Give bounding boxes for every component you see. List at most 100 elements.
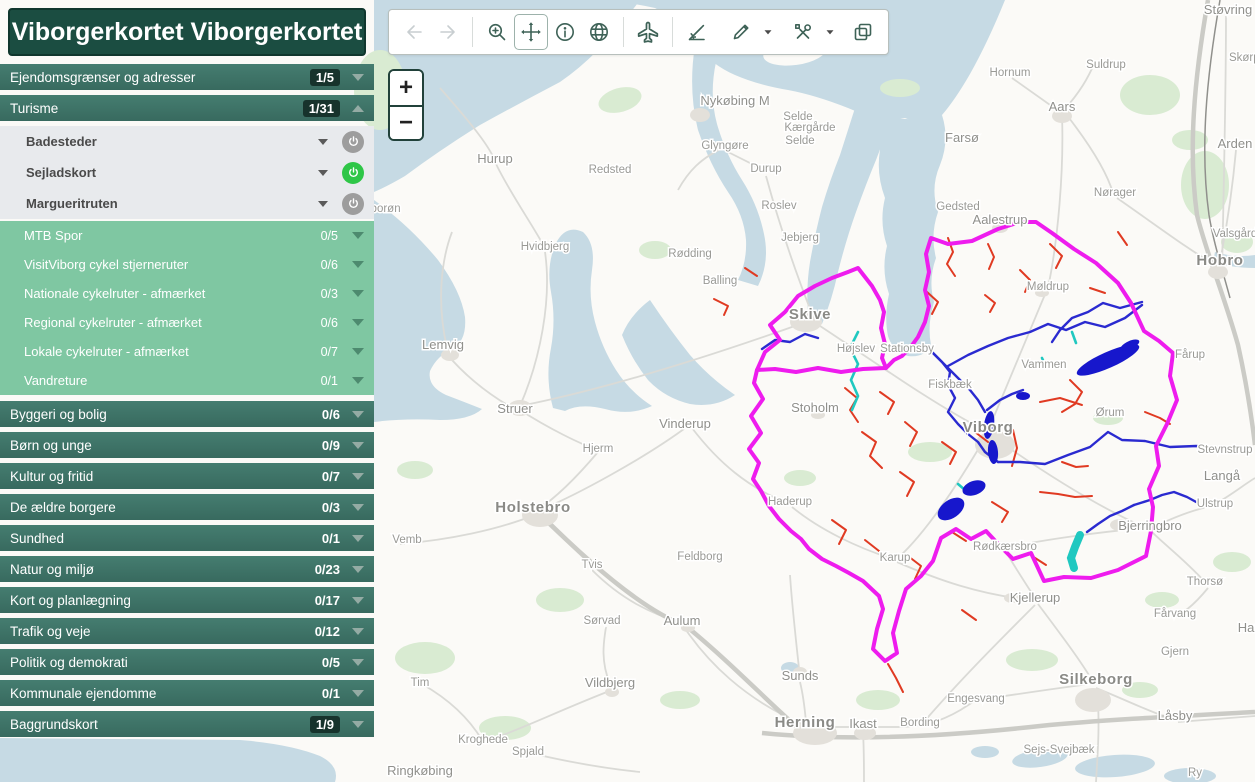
map-town-label: Haderup — [768, 496, 812, 508]
map-town-label: Hjerm — [583, 443, 614, 455]
map-town-label: Silkeborg — [1059, 671, 1133, 688]
sidebar-category-ejendomsgr-nser-og-adresser[interactable]: Ejendomsgrænser og adresser1/5 — [0, 64, 374, 90]
sidebar-group-lokale-cykelruter-afm-rket[interactable]: Lokale cykelruter - afmærket0/7 — [0, 337, 374, 366]
chevron-down-icon — [352, 597, 364, 604]
sidebar-group-visitviborg-cykel-stjerneruter[interactable]: VisitViborg cykel stjerneruter0/6 — [0, 250, 374, 279]
chevron-down-icon — [352, 566, 364, 573]
map-town-label: Tim — [411, 677, 430, 689]
sidebar-rows: Ejendomsgrænser og adresser1/5 Turisme1/3… — [0, 64, 374, 737]
map-town-label: Hornum — [990, 67, 1031, 79]
chevron-down-icon — [352, 504, 364, 511]
category-label: Kommunale ejendomme — [10, 686, 322, 701]
category-label: Sundhed — [10, 531, 322, 546]
airplane-icon[interactable] — [631, 14, 665, 50]
map-town-label: Vammen — [1021, 359, 1066, 371]
zoom-in-button[interactable]: + — [390, 71, 422, 105]
group-count: 0/6 — [321, 316, 338, 330]
map-town-label: Låsby — [1158, 708, 1193, 723]
category-label: Turisme — [10, 101, 303, 116]
map-toolbar — [388, 9, 889, 55]
map-town-label: Vemb — [392, 534, 421, 546]
map-town-label: Rødkærsbro — [973, 541, 1037, 553]
layer-power-toggle[interactable] — [342, 131, 364, 153]
sidebar-category-b-rn-og-unge[interactable]: Børn og unge0/9 — [0, 432, 374, 458]
map-town-label: Sunds — [782, 668, 819, 683]
map-town-label: Nykøbing M — [700, 93, 769, 108]
group-label: Lokale cykelruter - afmærket — [10, 344, 321, 359]
sidebar-category-turisme[interactable]: Turisme1/31 — [0, 95, 374, 121]
chevron-down-icon — [352, 442, 364, 449]
info-icon[interactable] — [548, 14, 582, 50]
sidebar-category-byggeri-og-bolig[interactable]: Byggeri og bolig0/6 — [0, 401, 374, 427]
map-town-label: Aulum — [664, 613, 701, 628]
map-town-label: Langå — [1204, 468, 1241, 483]
sidebar-layer-margueritruten[interactable]: Margueritruten — [0, 188, 374, 219]
pan-icon[interactable] — [514, 14, 548, 50]
chevron-down-icon — [352, 290, 364, 297]
layer-count-badge: 0/6 — [322, 407, 340, 422]
sidebar-group-mtb-spor[interactable]: MTB Spor0/5 — [0, 221, 374, 250]
back-arrow-icon[interactable] — [397, 14, 431, 50]
draw-line-icon[interactable] — [724, 14, 758, 50]
sidebar-category-kort-og-planl-gning[interactable]: Kort og planlægning0/17 — [0, 587, 374, 613]
group-count: 0/1 — [321, 374, 338, 388]
map-town-label: Redsted — [589, 164, 632, 176]
print-icon[interactable] — [846, 14, 880, 50]
group-count: 0/5 — [321, 229, 338, 243]
sidebar-category-natur-og-milj[interactable]: Natur og miljø0/23 — [0, 556, 374, 582]
tools-icon[interactable] — [786, 14, 820, 50]
map-town-label: Vinderup — [659, 416, 711, 431]
chevron-down-icon — [352, 232, 364, 239]
sidebar-layer-badesteder[interactable]: Badesteder — [0, 126, 374, 157]
map-town-label: Ikast — [849, 716, 877, 731]
sidebar-category-kommunale-ejendomme[interactable]: Kommunale ejendomme0/1 — [0, 680, 374, 706]
map-town-label: Højslev — [837, 343, 876, 355]
layer-power-toggle[interactable] — [342, 162, 364, 184]
layer-power-toggle[interactable] — [342, 193, 364, 215]
globe-icon[interactable] — [582, 14, 616, 50]
map-town-label: Valsgård — [1213, 228, 1255, 240]
sidebar-group-vandreture[interactable]: Vandreture0/1 — [0, 366, 374, 395]
layer-count-badge: 1/5 — [310, 69, 340, 86]
chevron-up-icon — [352, 105, 364, 112]
sidebar-category-sundhed[interactable]: Sundhed0/1 — [0, 525, 374, 551]
map-town-label: Ulstrup — [1197, 498, 1233, 510]
map-town-label: Nørager — [1094, 187, 1136, 199]
map-town-label: Balling — [703, 275, 738, 287]
map-town-label: Aars — [1049, 99, 1076, 114]
sidebar-layer-sejladskort[interactable]: Sejladskort — [0, 157, 374, 188]
app-window: Nykøbing MSeldeKærgårdeSeldeGlyngøreHuru… — [0, 0, 1255, 782]
map-town-label: Fiskbæk — [928, 379, 972, 391]
map-town-label: Hammel — [1238, 620, 1255, 635]
chevron-down-icon[interactable] — [820, 14, 840, 50]
sidebar-group-regional-cykelruter-afm-rket[interactable]: Regional cykelruter - afmærket0/6 — [0, 308, 374, 337]
zoom-in-icon[interactable] — [480, 14, 514, 50]
sidebar-section-green: MTB Spor0/5VisitViborg cykel stjernerute… — [0, 221, 374, 395]
group-count: 0/3 — [321, 287, 338, 301]
map-town-label: Skive — [789, 306, 831, 323]
layer-count-badge: 1/31 — [303, 100, 340, 117]
sidebar-category-trafik-og-veje[interactable]: Trafik og veje0/12 — [0, 618, 374, 644]
category-label: Byggeri og bolig — [10, 407, 322, 422]
sidebar-category-kultur-og-fritid[interactable]: Kultur og fritid0/7 — [0, 463, 374, 489]
map-town-label: Hobro — [1196, 252, 1243, 269]
map-town-label: Hurup — [477, 151, 512, 166]
sidebar-category-baggrundskort[interactable]: Baggrundskort1/9 — [0, 711, 374, 737]
category-label: Kultur og fritid — [10, 469, 322, 484]
zoom-out-button[interactable]: − — [390, 105, 422, 139]
zoom-controls: + − — [388, 69, 424, 141]
layer-count-badge: 0/23 — [315, 562, 340, 577]
sidebar-category-politik-og-demokrati[interactable]: Politik og demokrati0/5 — [0, 649, 374, 675]
map-town-label: Kærgårde — [784, 122, 835, 134]
map-town-label: Farsø — [945, 130, 979, 145]
chevron-down-icon[interactable] — [758, 14, 778, 50]
measure-angle-icon[interactable] — [680, 14, 714, 50]
forward-arrow-icon[interactable] — [431, 14, 465, 50]
group-label: Regional cykelruter - afmærket — [10, 315, 321, 330]
layer-count-badge: 0/3 — [322, 500, 340, 515]
map-town-label: Gjern — [1161, 646, 1189, 658]
sidebar-group-nationale-cykelruter-afm-rket[interactable]: Nationale cykelruter - afmærket0/3 — [0, 279, 374, 308]
map-town-label: Stationsby — [880, 343, 934, 355]
sidebar-category-de-ldre-borgere[interactable]: De ældre borgere0/3 — [0, 494, 374, 520]
map-town-label: Arden — [1218, 136, 1253, 151]
